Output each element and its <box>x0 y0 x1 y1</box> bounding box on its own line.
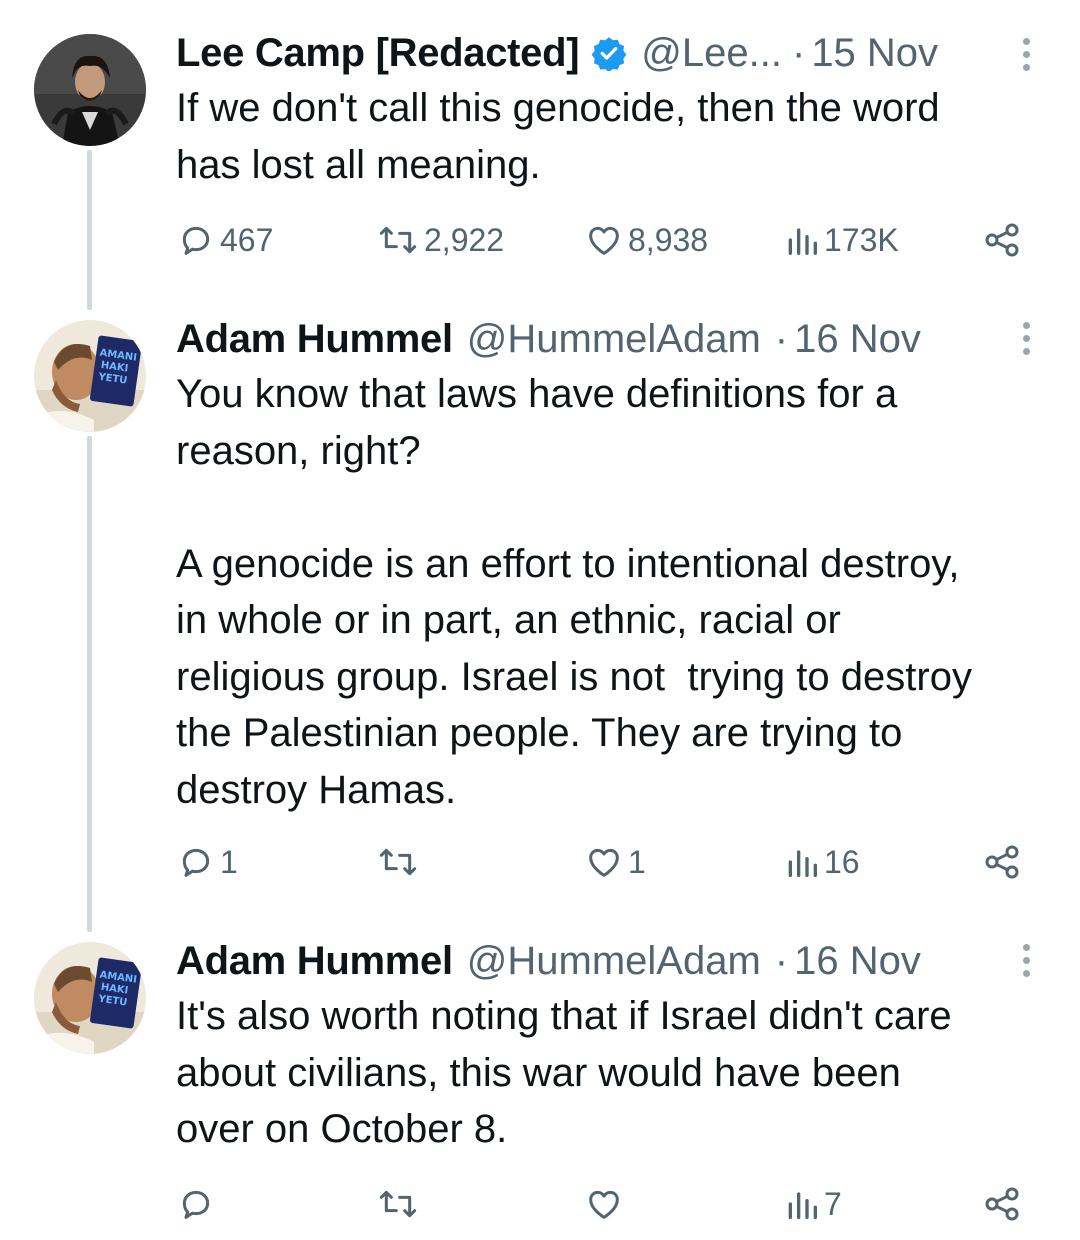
thread-line <box>87 150 92 310</box>
avatar[interactable]: AMANI HAKI YETU <box>34 942 146 1054</box>
tweet-actions: 7 <box>176 1182 1036 1226</box>
timestamp[interactable]: 15 Nov <box>811 31 938 76</box>
tweet-text: If we don't call this genocide, then the… <box>176 86 940 187</box>
timestamp[interactable]: 16 Nov <box>794 317 921 362</box>
tweet-text: It's also worth noting that if Israel di… <box>176 994 952 1151</box>
share-icon <box>985 1187 1019 1221</box>
share-button[interactable] <box>982 218 1022 262</box>
views-count: 173K <box>824 221 899 258</box>
views-button[interactable]: 173K <box>784 218 899 262</box>
display-name[interactable]: Lee Camp [Redacted] <box>176 31 580 76</box>
views-count: 7 <box>824 1185 842 1222</box>
retweet-button[interactable] <box>376 1182 424 1226</box>
tweet-text: You know that laws have definitions for … <box>176 372 972 812</box>
heart-icon <box>589 226 619 255</box>
handle[interactable]: @HummelAdam <box>467 317 761 362</box>
more-options-icon[interactable] <box>1014 38 1038 78</box>
tweet-actions: 1 1 16 <box>176 840 1036 884</box>
views-button[interactable]: 16 <box>784 840 860 884</box>
reply-button[interactable]: 1 <box>176 840 238 884</box>
reply-icon <box>182 848 210 877</box>
like-button[interactable]: 8,938 <box>584 218 708 262</box>
views-icon <box>788 850 817 877</box>
share-icon <box>985 223 1019 257</box>
views-icon <box>788 228 817 255</box>
display-name[interactable]: Adam Hummel <box>176 317 453 362</box>
tweet-header: Adam Hummel @HummelAdam · 16 Nov <box>176 936 921 986</box>
like-count: 1 <box>628 843 646 880</box>
share-icon <box>985 845 1019 879</box>
retweet-button[interactable]: 2,922 <box>376 218 504 262</box>
views-button[interactable]: 7 <box>784 1182 842 1226</box>
reply-button[interactable]: 467 <box>176 218 273 262</box>
retweet-icon <box>379 226 417 254</box>
like-count: 8,938 <box>628 221 709 258</box>
views-count: 16 <box>824 843 860 880</box>
verified-badge-icon <box>591 35 627 73</box>
reply-icon <box>182 226 210 255</box>
like-button[interactable]: 1 <box>584 840 646 884</box>
share-button[interactable] <box>982 840 1022 884</box>
retweet-count: 2,922 <box>424 221 505 258</box>
heart-icon <box>589 1190 619 1219</box>
reply-icon <box>182 1190 210 1219</box>
handle[interactable]: @Lee... <box>641 31 782 76</box>
retweet-button[interactable] <box>376 840 424 884</box>
more-options-icon[interactable] <box>1014 944 1038 984</box>
separator-dot: · <box>774 938 789 983</box>
share-button[interactable] <box>982 1182 1022 1226</box>
reply-button[interactable] <box>176 1182 220 1226</box>
reply-count: 1 <box>220 843 238 880</box>
tweet-header: Lee Camp [Redacted] @Lee... · 15 Nov <box>176 28 938 78</box>
retweet-icon <box>379 1190 417 1218</box>
handle[interactable]: @HummelAdam <box>467 939 761 984</box>
like-button[interactable] <box>584 1182 628 1226</box>
timestamp[interactable]: 16 Nov <box>794 939 921 984</box>
tweet-actions: 467 2,922 8,938 173K <box>176 218 1036 262</box>
more-options-icon[interactable] <box>1014 322 1038 362</box>
heart-icon <box>589 848 619 877</box>
avatar[interactable] <box>34 34 146 146</box>
reply-count: 467 <box>220 221 274 258</box>
thread-line <box>87 436 92 932</box>
retweet-icon <box>379 848 417 876</box>
tweet-header: Adam Hummel @HummelAdam · 16 Nov <box>176 314 921 364</box>
separator-dot: · <box>791 30 806 75</box>
avatar[interactable]: AMANI HAKI YETU <box>34 320 146 432</box>
display-name[interactable]: Adam Hummel <box>176 939 453 984</box>
views-icon <box>788 1192 817 1219</box>
separator-dot: · <box>774 316 789 361</box>
